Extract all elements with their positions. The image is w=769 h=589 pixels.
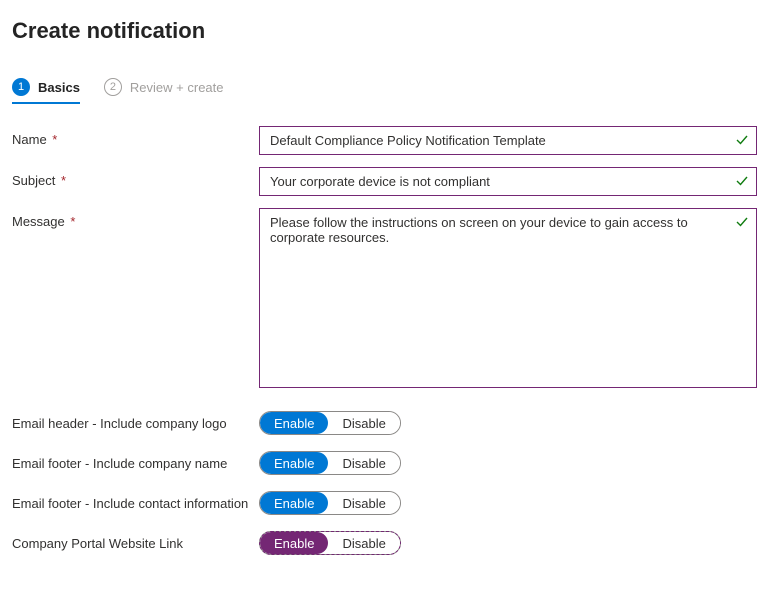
toggle-enable-option[interactable]: Enable bbox=[260, 532, 328, 554]
toggle-disable-option[interactable]: Disable bbox=[328, 412, 399, 434]
tab-basics-label: Basics bbox=[38, 80, 80, 95]
toggle-enable-option[interactable]: Enable bbox=[260, 492, 328, 514]
message-textarea[interactable] bbox=[259, 208, 757, 388]
email-header-logo-label: Email header - Include company logo bbox=[12, 416, 259, 431]
toggle-disable-option[interactable]: Disable bbox=[328, 452, 399, 474]
toggle-disable-option[interactable]: Disable bbox=[328, 532, 399, 554]
email-footer-name-label: Email footer - Include company name bbox=[12, 456, 259, 471]
tab-basics[interactable]: 1 Basics bbox=[12, 78, 80, 104]
wizard-tabs: 1 Basics 2 Review + create bbox=[12, 78, 757, 104]
tab-review-number: 2 bbox=[104, 78, 122, 96]
email-footer-name-toggle[interactable]: Enable Disable bbox=[259, 451, 401, 475]
toggle-disable-option[interactable]: Disable bbox=[328, 492, 399, 514]
email-header-logo-toggle[interactable]: Enable Disable bbox=[259, 411, 401, 435]
toggle-enable-option[interactable]: Enable bbox=[260, 452, 328, 474]
message-label: Message * bbox=[12, 208, 259, 229]
tab-review-label: Review + create bbox=[130, 80, 224, 95]
subject-label: Subject * bbox=[12, 167, 259, 188]
toggle-enable-option[interactable]: Enable bbox=[260, 412, 328, 434]
page-title: Create notification bbox=[12, 18, 757, 44]
name-input[interactable] bbox=[259, 126, 757, 155]
email-footer-contact-toggle[interactable]: Enable Disable bbox=[259, 491, 401, 515]
name-label: Name * bbox=[12, 126, 259, 147]
subject-input[interactable] bbox=[259, 167, 757, 196]
portal-link-label: Company Portal Website Link bbox=[12, 536, 259, 551]
portal-link-toggle[interactable]: Enable Disable bbox=[259, 531, 401, 555]
tab-basics-number: 1 bbox=[12, 78, 30, 96]
tab-review-create[interactable]: 2 Review + create bbox=[104, 78, 224, 104]
email-footer-contact-label: Email footer - Include contact informati… bbox=[12, 496, 259, 511]
